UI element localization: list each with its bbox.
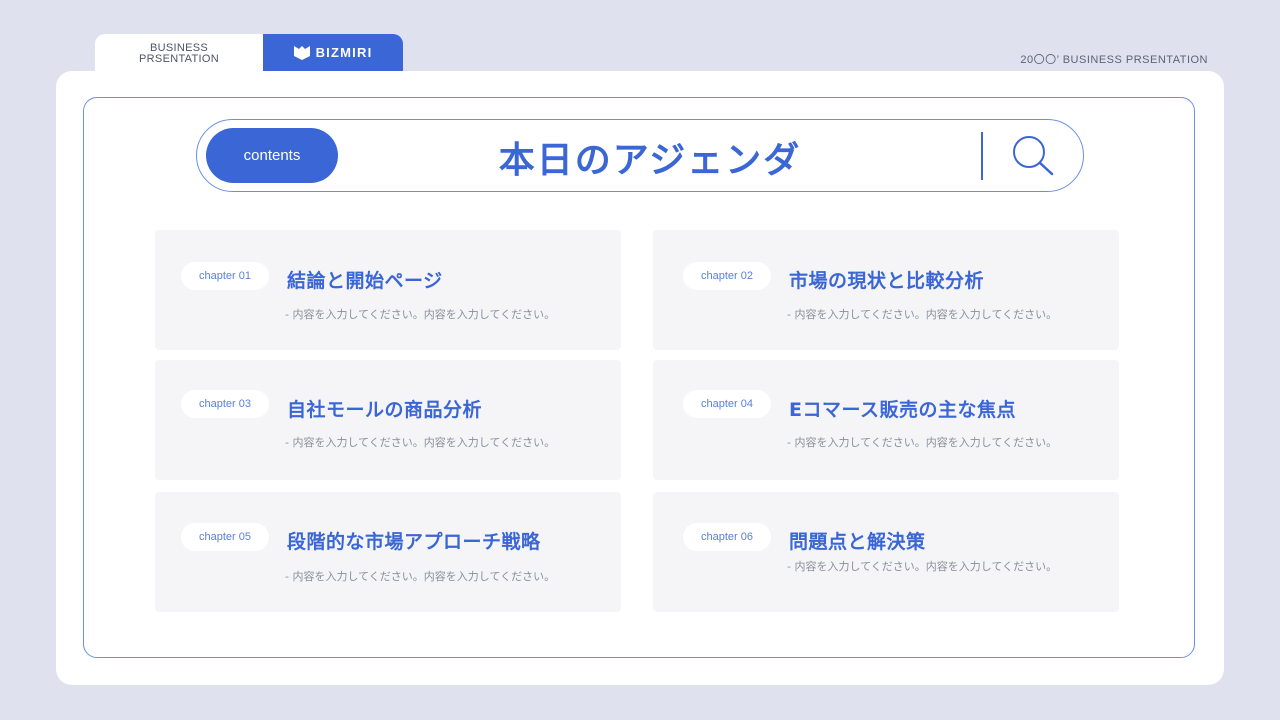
agenda-item: chapter 04 Eコマース販売の主な焦点 - 内容を入力してください。内容…: [653, 360, 1119, 480]
presentation-caption: 20〇〇’ BUSINESS PRSENTATION: [1020, 54, 1208, 66]
agenda-item-desc: - 内容を入力してください。内容を入力してください。: [787, 560, 1058, 573]
agenda-item: chapter 03 自社モールの商品分析 - 内容を入力してください。内容を入…: [155, 360, 621, 480]
contents-pill: contents: [206, 128, 338, 183]
brand-tab: BIZMIRI: [263, 34, 403, 71]
agenda-item-title: 問題点と解決策: [789, 531, 926, 553]
agenda-item-desc: - 内容を入力してください。内容を入力してください。: [285, 308, 556, 321]
agenda-item-title: 段階的な市場アプローチ戦略: [287, 531, 541, 553]
agenda-item-title: 結論と開始ページ: [287, 270, 443, 292]
chapter-chip: chapter 04: [683, 390, 771, 418]
agenda-item: chapter 02 市場の現状と比較分析 - 内容を入力してください。内容を入…: [653, 230, 1119, 350]
agenda-item: chapter 01 結論と開始ページ - 内容を入力してください。内容を入力し…: [155, 230, 621, 350]
page-title: 本日のアジェンダ: [498, 140, 802, 181]
chapter-chip: chapter 03: [181, 390, 269, 418]
presentation-tab: BUSINESS PRSENTATION: [95, 34, 263, 74]
agenda-item-desc: - 内容を入力してください。内容を入力してください。: [787, 308, 1058, 321]
agenda-item-title: Eコマース販売の主な焦点: [789, 399, 1017, 421]
chapter-chip: chapter 02: [683, 262, 771, 290]
agenda-item-desc: - 内容を入力してください。内容を入力してください。: [285, 570, 556, 583]
chapter-chip: chapter 01: [181, 262, 269, 290]
agenda-item-desc: - 内容を入力してください。内容を入力してください。: [787, 436, 1058, 449]
bizmiri-logo-icon: [293, 45, 310, 60]
chapter-chip: chapter 06: [683, 523, 771, 551]
search-divider: [981, 132, 983, 180]
agenda-item-desc: - 内容を入力してください。内容を入力してください。: [285, 436, 556, 449]
chapter-chip: chapter 05: [181, 523, 269, 551]
brand-name: BIZMIRI: [315, 45, 373, 60]
tab-line-2: PRSENTATION: [139, 53, 219, 65]
agenda-item-title: 自社モールの商品分析: [287, 399, 483, 421]
agenda-item: chapter 06 問題点と解決策 - 内容を入力してください。内容を入力して…: [653, 492, 1119, 612]
search-icon: [1013, 136, 1054, 176]
agenda-item: chapter 05 段階的な市場アプローチ戦略 - 内容を入力してください。内…: [155, 492, 621, 612]
agenda-item-title: 市場の現状と比較分析: [789, 270, 985, 292]
